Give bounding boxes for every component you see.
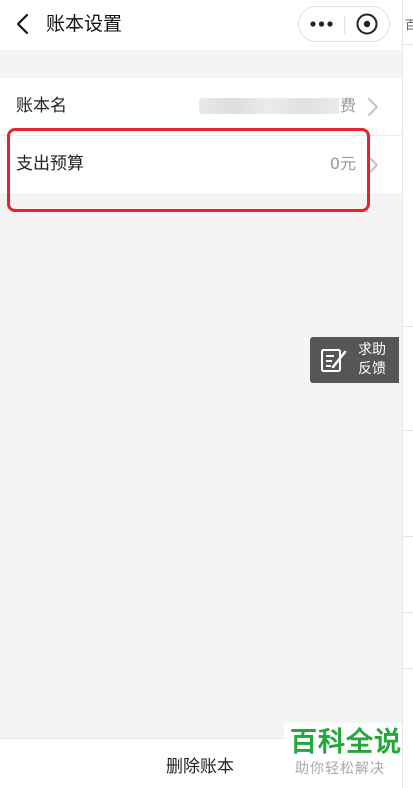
book-name-row[interactable]: 账本名 费 bbox=[0, 78, 402, 135]
more-dots-icon bbox=[310, 21, 333, 27]
strip-divider bbox=[403, 430, 413, 431]
strip-divider bbox=[403, 612, 413, 613]
strip-divider bbox=[403, 536, 413, 537]
blurred-book-name bbox=[199, 98, 339, 114]
close-target-icon bbox=[356, 10, 378, 35]
mini-program-page: 账本设置 账本名 费 支出预算 0元 求助 反馈 删除账本 百科全说 助你轻松解… bbox=[0, 0, 402, 788]
settings-list: 账本名 费 支出预算 0元 bbox=[0, 78, 402, 193]
strip-divider bbox=[403, 44, 413, 45]
capsule-menu bbox=[298, 6, 390, 42]
help-line-1: 求助 bbox=[358, 342, 386, 358]
help-line-2: 反馈 bbox=[358, 361, 386, 377]
chevron-right-icon bbox=[368, 156, 378, 174]
book-name-label: 账本名 bbox=[16, 96, 67, 116]
adjacent-window-edge: 百 bbox=[402, 0, 413, 788]
expense-budget-value: 0元 bbox=[329, 154, 356, 173]
expense-budget-row[interactable]: 支出预算 0元 bbox=[0, 135, 402, 193]
back-button[interactable] bbox=[12, 12, 36, 36]
watermark-title: 百科全说 bbox=[290, 727, 402, 758]
chevron-left-icon bbox=[16, 13, 29, 35]
strip-divider bbox=[403, 668, 413, 669]
edit-note-icon bbox=[321, 349, 347, 372]
page-title: 账本设置 bbox=[46, 13, 123, 35]
watermark-subtitle: 助你轻松解决 bbox=[295, 761, 385, 777]
expense-budget-label: 支出预算 bbox=[16, 154, 84, 174]
more-button[interactable] bbox=[299, 7, 344, 41]
chevron-right-icon bbox=[368, 98, 378, 116]
navigation-bar: 账本设置 bbox=[0, 0, 402, 50]
book-name-value: 费 bbox=[339, 96, 356, 115]
help-feedback-label: 求助 反馈 bbox=[358, 341, 398, 379]
delete-book-button[interactable]: 删除账本 bbox=[140, 755, 260, 779]
help-feedback-button[interactable]: 求助 反馈 bbox=[310, 337, 399, 383]
close-mini-program-button[interactable] bbox=[345, 7, 390, 41]
strip-divider bbox=[403, 326, 413, 327]
adjacent-window-text: 百 bbox=[405, 18, 413, 32]
baike-watermark: 百科全说 助你轻松解决 bbox=[284, 723, 402, 785]
